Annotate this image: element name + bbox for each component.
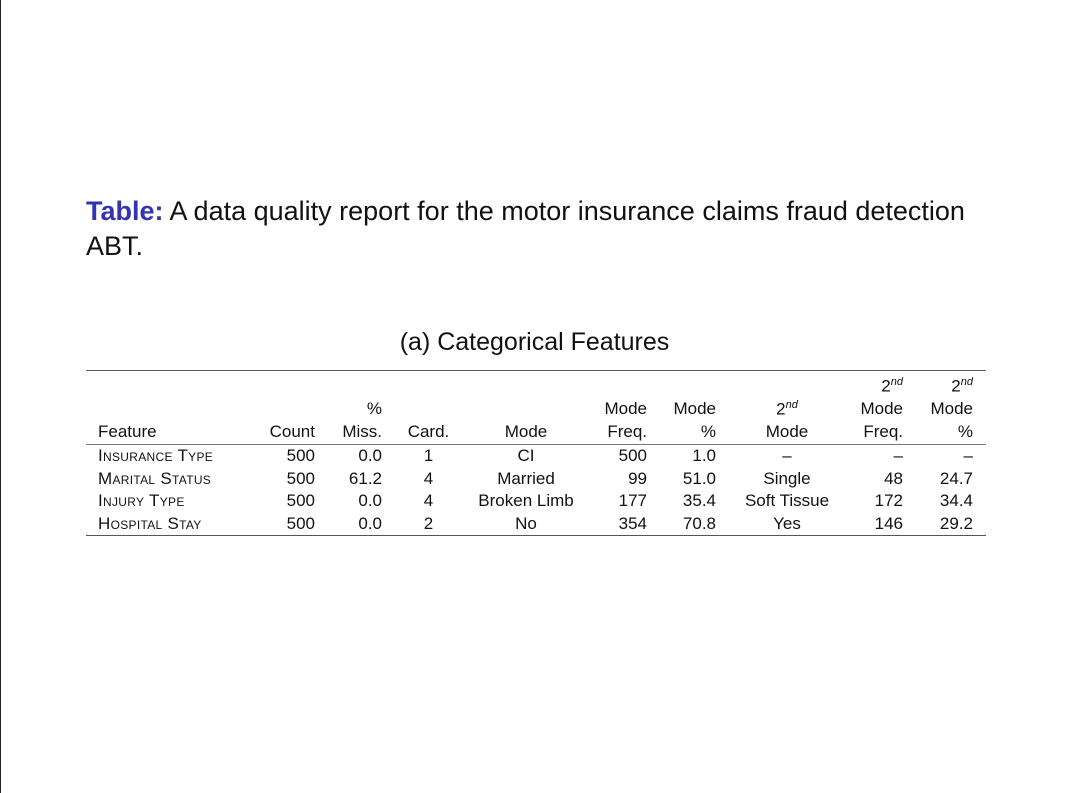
cell-miss: 61.2 (348, 468, 382, 488)
header-row: Feature Count % Miss. Card. Mode Mode Freq… (86, 370, 986, 445)
cell-mode-freq: 354 (618, 513, 647, 533)
cell-mode: No (515, 513, 537, 533)
cell-mode: CI (517, 446, 535, 466)
cell-mode: Married (497, 468, 555, 488)
cell-count: 500 (286, 446, 315, 466)
cell-2nd-mode-freq: 172 (874, 491, 903, 511)
cell-2nd-mode-pct: 24.7 (939, 468, 973, 488)
data-quality-table: Feature Count % Miss. Card. Mode Mode Freq… (86, 370, 986, 536)
table-caption: Table: A data quality report for the mot… (86, 194, 966, 264)
header-miss: % Miss. (342, 399, 382, 441)
caption-text: A data quality report for the motor insu… (86, 196, 965, 261)
cell-card: 2 (423, 513, 434, 533)
cell-2nd-mode: Single (763, 468, 811, 488)
header-card: Card. (407, 421, 450, 441)
cell-2nd-mode-pct: 29.2 (939, 513, 973, 533)
cell-count: 500 (286, 491, 315, 511)
cell-2nd-mode-freq: – (893, 446, 903, 466)
cell-2nd-mode-freq: 146 (874, 513, 903, 533)
cell-mode-freq: 177 (618, 491, 647, 511)
cell-miss: 0.0 (358, 446, 382, 466)
cell-count: 500 (286, 513, 315, 533)
cell-feature: Injury Type (98, 491, 185, 511)
header-mode: Mode (504, 421, 548, 441)
cell-mode: Broken Limb (478, 491, 574, 511)
cell-count: 500 (286, 468, 315, 488)
cell-card: 4 (423, 468, 434, 488)
cell-feature: Insurance Type (98, 446, 214, 466)
subcaption: (a) Categorical Features (399, 328, 670, 356)
table-row: Hospital Stay 500 0.0 2 No 354 70.8 Yes 146 29.2 (86, 513, 986, 536)
cell-mode-pct: 51.0 (682, 468, 716, 488)
cell-2nd-mode-pct: – (963, 446, 973, 466)
cell-miss: 0.0 (358, 491, 382, 511)
caption-label: Table: (86, 196, 164, 226)
header-2nd-mode-pct: 2nd Mode% (930, 376, 973, 441)
header-mode-pct: Mode% (673, 399, 716, 441)
header-mode-freq: Mode Freq. (604, 399, 647, 441)
cell-mode-pct: 70.8 (682, 513, 716, 533)
cell-2nd-mode: Soft Tissue (744, 491, 830, 511)
cell-mode-pct: 1.0 (692, 446, 716, 466)
cell-card: 4 (423, 491, 434, 511)
cell-feature: Marital Status (98, 468, 212, 488)
cell-2nd-mode: – (782, 446, 792, 466)
header-2nd-mode: 2nd Mode (765, 398, 809, 441)
cell-mode-pct: 35.4 (682, 491, 716, 511)
table-row: Marital Status 500 61.2 4 Married 99 51.0 Singl… (86, 468, 986, 491)
cell-2nd-mode: Yes (773, 513, 801, 533)
cell-card: 1 (423, 446, 434, 466)
header-count: Count (269, 421, 315, 441)
table-row: Injury Type 500 0.0 4 Broken Limb 177 35.4 Soft… (86, 490, 986, 513)
table-row: Insurance Type 500 0.0 1 CI 500 1.0 – – – (86, 445, 986, 468)
cell-mode-freq: 99 (628, 468, 647, 488)
cell-mode-freq: 500 (618, 446, 647, 466)
header-feature: Feature (98, 421, 157, 441)
cell-2nd-mode-pct: 34.4 (939, 491, 973, 511)
cell-2nd-mode-freq: 48 (884, 468, 903, 488)
header-2nd-mode-freq: 2nd Mode Freq. (860, 376, 903, 441)
cell-feature: Hospital Stay (98, 513, 202, 533)
cell-miss: 0.0 (358, 513, 382, 533)
